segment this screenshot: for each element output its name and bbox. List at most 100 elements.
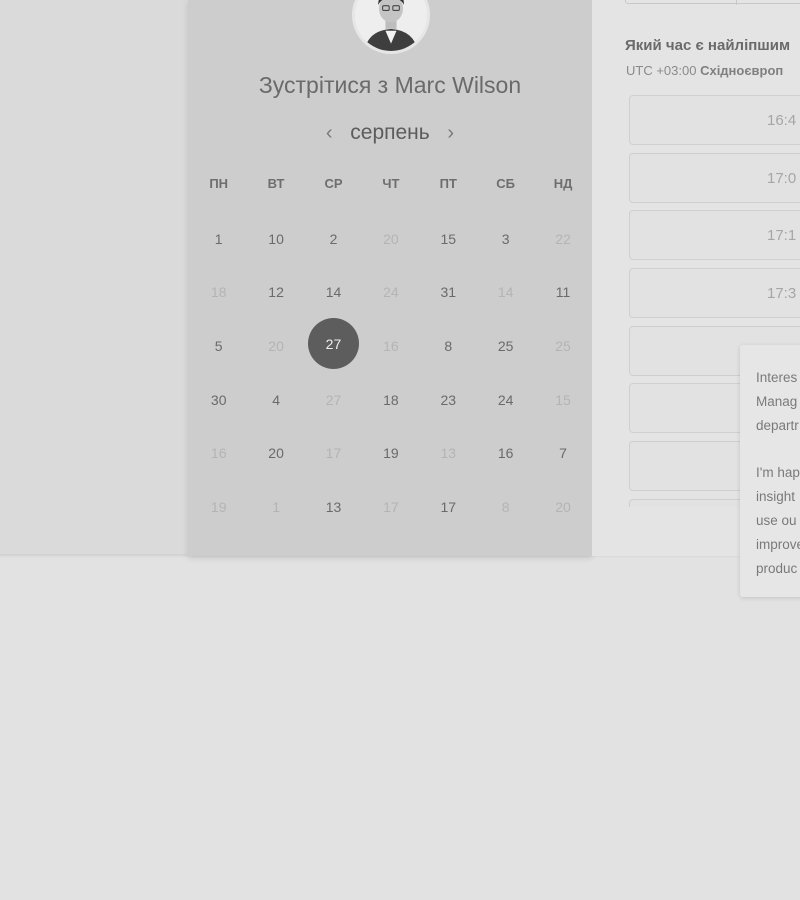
calendar-day[interactable]: 17 [305,426,362,480]
weekday-header: ПН ВТ СР ЧТ ПТ СБ НД [190,176,592,198]
day-number: 22 [555,230,571,247]
day-number: 14 [497,284,514,301]
weekday-label: ПН [209,176,229,191]
time-slot-label: 17:0 [767,169,797,187]
calendar-day[interactable]: 25 [534,319,591,373]
calendar-day[interactable]: 1 [190,212,247,266]
day-number: 23 [440,391,457,408]
calendar-day[interactable]: 31 [420,266,477,320]
day-number: 31 [440,284,457,301]
calendar-day[interactable]: 20 [534,480,591,534]
calendar-day[interactable]: 23 [420,373,477,427]
weekday-label: СБ [496,176,516,191]
day-number: 12 [268,284,284,301]
calendar-day[interactable]: 5 [190,319,247,373]
day-number: 30 [210,391,227,408]
time-slot-button[interactable]: 17:0 [629,152,800,203]
calendar-day[interactable]: 15 [420,212,477,266]
day-number: 11 [555,284,571,301]
calendar-day[interactable]: 25 [477,319,534,373]
calendar-week: 16 20 17 19 13 16 7 [190,426,592,480]
calendar-day[interactable]: 15 [534,373,591,427]
calendar-day[interactable]: 24 [362,266,419,320]
calendar-day[interactable]: 1 [247,480,304,534]
day-number: 25 [555,337,571,354]
calendar-panel: Зустрітися з Marc Wilson ‹ серпень › ПН В… [188,0,592,556]
day-number: 20 [555,498,571,515]
calendar-day[interactable]: 3 [477,212,534,266]
calendar-day[interactable]: 19 [362,426,419,480]
day-number: 20 [383,230,399,247]
day-number: 13 [440,445,457,462]
day-number: 24 [497,391,514,408]
month-navigation: ‹ серпень › [188,118,592,148]
time-question: Який час є найліпшим [625,37,791,54]
calendar-day[interactable]: 13 [305,480,362,534]
calendar-day[interactable]: 18 [362,373,419,427]
avatar-photo [355,0,427,51]
calendar-day[interactable]: 30 [190,373,247,427]
time-slot-label: 17:3 [767,285,797,303]
calendar-day[interactable]: 11 [534,266,591,320]
calendar-day[interactable]: 20 [247,426,304,480]
calendar-day[interactable]: 13 [420,426,477,480]
day-number: 19 [383,445,399,462]
day-number: 19 [210,498,227,515]
time-slot-button[interactable]: 16:4 [629,95,800,145]
calendar-day[interactable]: 16 [477,426,534,480]
month-label: серпень [350,121,430,144]
calendar-day[interactable]: 12 [247,266,304,320]
time-slot-label: 17:1 [767,227,797,245]
day-number: 24 [383,284,399,301]
day-number: 18 [210,284,227,301]
day-number: 15 [555,391,571,408]
day-number: 3 [501,230,510,247]
weekday-label: НД [553,176,573,191]
calendar-day[interactable]: 18 [190,266,247,320]
day-number: 20 [268,445,284,462]
day-number: 7 [559,445,567,462]
day-number: 16 [497,445,514,462]
calendar-day[interactable]: 16 [362,319,419,373]
time-slot-button[interactable]: 17:1 [629,210,800,261]
avatar [352,0,430,54]
calendar-day[interactable]: 22 [534,212,591,266]
description-popover: Interes Manag departr I'm hap insight us… [740,345,800,597]
day-number: 1 [272,498,280,515]
calendar-day[interactable]: 27 [305,373,362,427]
calendar-day[interactable]: 17 [420,480,477,534]
calendar-day[interactable]: 14 [305,266,362,320]
calendar-day[interactable]: 8 [477,480,534,534]
timezone-selector[interactable]: UTC +03:00 Східноєвроп [626,63,783,78]
calendar-day[interactable]: 20 [362,212,419,266]
calendar-week: 30 4 27 18 23 24 15 [190,373,592,427]
calendar-day[interactable]: 16 [190,426,247,480]
calendar-day[interactable]: 10 [247,212,304,266]
day-number: 27 [307,318,359,370]
day-number: 18 [383,391,399,408]
view-toggle[interactable] [625,0,800,5]
calendar-day[interactable]: 2 [305,212,362,266]
calendar-day[interactable]: 14 [477,266,534,320]
day-number: 1 [214,230,223,247]
calendar-day[interactable]: 19 [190,480,247,534]
day-number: 17 [325,445,342,462]
day-number: 5 [214,337,223,354]
description-paragraph-2: I'm hap insight use ou improve produc [756,465,800,576]
day-number: 15 [440,230,457,247]
calendar-day[interactable]: 4 [247,373,304,427]
time-slot-button[interactable]: 17:3 [629,268,800,319]
calendar-day-selected[interactable]: 27 [305,318,362,373]
day-number: 8 [501,498,510,515]
calendar-day[interactable]: 24 [477,373,534,427]
calendar-day[interactable]: 20 [247,319,304,373]
chevron-left-icon[interactable]: ‹ [314,123,344,143]
weekday-label: ЧТ [382,176,400,191]
chevron-right-icon[interactable]: › [436,123,466,143]
toggle-divider [736,0,737,5]
day-number: 2 [329,230,338,247]
calendar-day[interactable]: 8 [420,319,477,373]
calendar-day[interactable]: 7 [534,426,591,480]
calendar-day[interactable]: 17 [362,480,419,534]
timezone-offset: UTC +03:00 [626,63,697,78]
